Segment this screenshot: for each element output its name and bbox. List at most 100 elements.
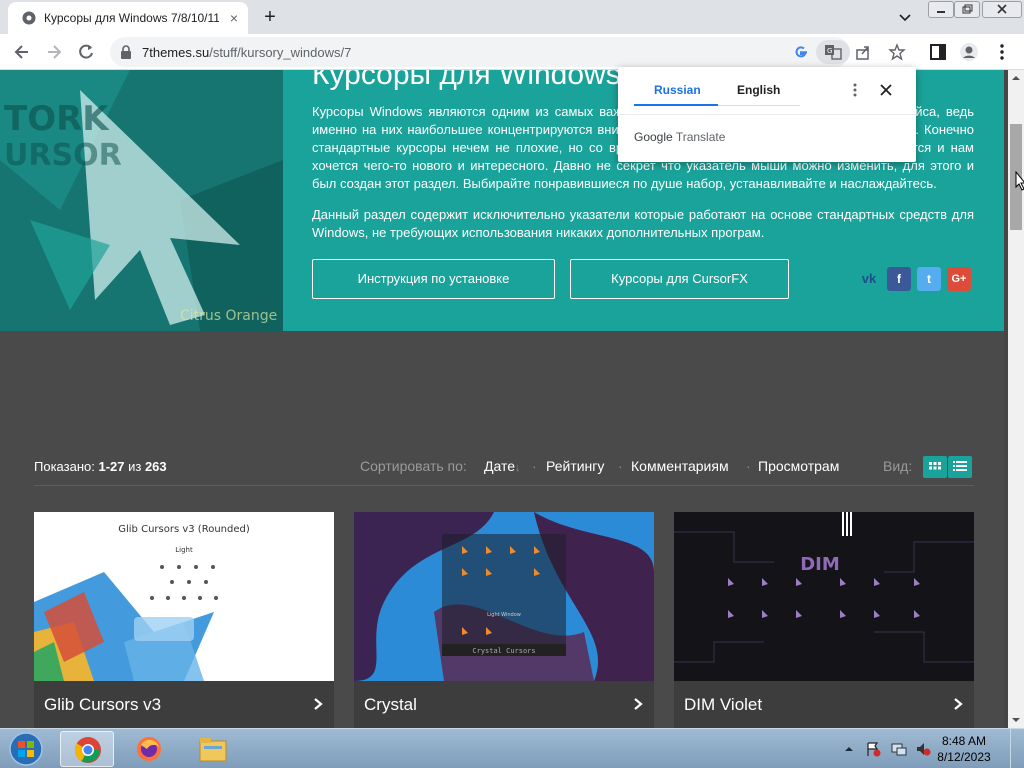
close-window-button[interactable] [982, 1, 1022, 18]
google-translate-brand: Google Translate [634, 130, 725, 144]
url-text[interactable]: 7themes.su/stuff/kursory_windows/7 [142, 45, 351, 60]
hero-artwork-image: TORK URSOR Citrus Orange [0, 70, 283, 331]
url-path: /stuff/kursory_windows/7 [209, 45, 352, 60]
svg-text:G: G [827, 47, 832, 55]
popup-divider [618, 114, 916, 115]
shown-range: 1-27 [98, 459, 125, 474]
close-icon[interactable] [877, 81, 895, 99]
browser-titlebar: Курсоры для Windows 7/8/10/11 × + [0, 0, 1024, 34]
explorer-icon [199, 738, 227, 762]
network-icon[interactable] [891, 741, 907, 757]
action-center-flag-icon[interactable] [865, 741, 881, 757]
hero-cursor-artwork: TORK URSOR Citrus Orange [0, 70, 283, 331]
show-hidden-icons-icon[interactable] [843, 743, 855, 755]
translate-source-language-tab[interactable]: Russian [654, 83, 701, 97]
thumb-title: DIM [800, 554, 840, 575]
taskbar-firefox[interactable] [122, 731, 176, 767]
mouse-pointer-icon [1015, 171, 1024, 191]
windows-taskbar: 8:48 AM 8/12/2023 [0, 728, 1024, 768]
page-title: Курсоры для Windows [312, 70, 621, 91]
shown-label: Показано: [34, 459, 99, 474]
bookmark-star-icon[interactable] [888, 43, 906, 61]
translate-target-language-tab[interactable]: English [737, 83, 780, 97]
profile-icon[interactable] [959, 42, 979, 62]
firefox-icon [137, 737, 161, 761]
chevron-right-icon[interactable] [632, 697, 644, 711]
view-label: Вид: [883, 458, 913, 474]
taskbar-explorer[interactable] [186, 731, 240, 767]
thumb-title: Crystal Cursors [472, 647, 535, 655]
list-view-icon [953, 461, 967, 471]
new-tab-button[interactable]: + [258, 6, 282, 30]
minimize-button[interactable] [928, 1, 954, 18]
sort-by-date[interactable]: Дате↓ [484, 458, 521, 474]
google-icon[interactable] [792, 43, 810, 61]
chevron-right-icon[interactable] [312, 697, 324, 711]
kebab-menu-icon[interactable] [992, 42, 1012, 62]
card-thumbnail[interactable]: Crystal Cursors Light Window [354, 512, 654, 681]
page-scrollbar[interactable] [1008, 70, 1024, 728]
install-instructions-button[interactable]: Инструкция по установке [312, 259, 555, 299]
clock-date: 8/12/2023 [937, 750, 991, 764]
svg-text:TORK: TORK [4, 99, 110, 139]
restore-button[interactable] [954, 1, 980, 18]
card-thumbnail[interactable]: Glib Cursors v3 (Rounded) Light [34, 512, 334, 681]
card-title[interactable]: Crystal [364, 695, 417, 715]
translate-options-icon[interactable] [849, 82, 861, 98]
system-clock[interactable]: 8:48 AM 8/12/2023 [934, 733, 994, 765]
chrome-icon [74, 737, 101, 763]
facebook-share-icon[interactable]: f [887, 267, 911, 291]
sort-by-rating[interactable]: Рейтингу [546, 458, 604, 474]
cursorfx-button[interactable]: Курсоры для CursorFX [570, 259, 789, 299]
grid-view-button[interactable] [923, 456, 947, 478]
back-icon[interactable] [12, 42, 32, 62]
scroll-down-arrow-icon[interactable] [1008, 712, 1024, 728]
translate-icon: G [825, 45, 842, 60]
twitter-share-icon[interactable]: t [917, 267, 941, 291]
web-page: TORK URSOR Citrus Orange Курсоры для Win… [0, 70, 1008, 728]
url-host: 7themes.su [142, 45, 210, 60]
lock-icon[interactable] [120, 45, 132, 59]
sort-separator: · [746, 458, 751, 474]
list-view-button[interactable] [948, 456, 972, 478]
sort-by-comments[interactable]: Комментариям [631, 458, 729, 474]
vk-share-icon[interactable]: vk [857, 267, 881, 291]
grid-view-icon [929, 462, 941, 470]
tab-title: Курсоры для Windows 7/8/10/11 [44, 11, 219, 25]
show-desktop-button[interactable] [1010, 729, 1024, 768]
reload-icon[interactable] [76, 42, 96, 62]
shown-total: 263 [144, 459, 167, 474]
site-favicon-icon [22, 11, 36, 25]
taskbar-chrome[interactable] [60, 731, 114, 767]
translate-popup: Russian English Google Translate [618, 67, 916, 162]
sort-arrow-icon: ↓ [515, 462, 521, 474]
forward-icon[interactable] [44, 42, 64, 62]
active-tab-indicator [634, 104, 718, 106]
cursor-card[interactable]: Glib Cursors v3 (Rounded) Light Glib Cur… [34, 512, 334, 728]
card-title[interactable]: DIM Violet [684, 695, 762, 715]
scroll-up-arrow-icon[interactable] [1008, 70, 1024, 86]
address-bar[interactable]: 7themes.su/stuff/kursory_windows/7 G [110, 37, 906, 67]
sort-by-views[interactable]: Просмотрам [758, 458, 839, 474]
translate-button[interactable]: G [816, 40, 850, 64]
google-plus-share-icon[interactable]: G+ [947, 267, 971, 291]
tab-search-chevron-icon[interactable] [896, 8, 914, 26]
cursor-card[interactable]: Crystal Cursors Light Window Crystal [354, 512, 654, 728]
windows-start-icon[interactable] [4, 731, 48, 767]
tab-close-icon[interactable]: × [226, 10, 242, 26]
clock-time: 8:48 AM [941, 734, 987, 748]
shown-of: из [124, 459, 145, 474]
listing-toolbar: Показано: 1-27 из 263 Сортировать по: Да… [34, 456, 974, 486]
sidepanel-icon[interactable] [928, 42, 948, 62]
browser-tab-active[interactable]: Курсоры для Windows 7/8/10/11 × [8, 2, 248, 34]
svg-text:Citrus Orange: Citrus Orange [180, 308, 277, 324]
sort-separator: · [532, 458, 537, 474]
card-thumbnail[interactable]: DIM [674, 512, 974, 681]
brand-google: Google [634, 130, 673, 144]
chevron-right-icon[interactable] [952, 697, 964, 711]
card-title[interactable]: Glib Cursors v3 [44, 695, 161, 715]
browser-toolbar: 7themes.su/stuff/kursory_windows/7 G [0, 34, 1024, 70]
cursor-card[interactable]: DIM DIM Violet [674, 512, 974, 728]
volume-muted-icon[interactable] [915, 741, 931, 757]
share-icon[interactable] [854, 43, 872, 61]
